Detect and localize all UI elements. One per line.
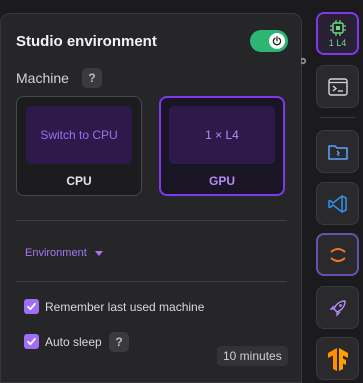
folder-icon bbox=[327, 144, 348, 160]
gpu-card-label: GPU bbox=[208, 174, 235, 188]
vscode-icon bbox=[327, 194, 347, 213]
environment-toggle[interactable] bbox=[250, 30, 288, 52]
auto-sleep-label: Auto sleep bbox=[45, 334, 102, 349]
sidebar-divider bbox=[320, 117, 355, 118]
divider-top bbox=[16, 220, 287, 221]
remember-machine-checkbox[interactable] bbox=[24, 299, 39, 314]
environment-label: Environment bbox=[25, 247, 87, 259]
divider-bottom bbox=[16, 281, 287, 282]
machine-label: Machine bbox=[16, 70, 69, 86]
cpu-card-label: CPU bbox=[66, 174, 92, 188]
gpu-count-preview: 1 × L4 bbox=[169, 106, 275, 164]
caret-down-icon bbox=[94, 250, 103, 256]
remember-machine-label: Remember last used machine bbox=[45, 299, 205, 314]
auto-sleep-row: Auto sleep bbox=[24, 334, 102, 349]
gpu-machine-card[interactable]: 1 × L4 GPU bbox=[159, 96, 285, 196]
files-button[interactable] bbox=[316, 130, 359, 173]
gpu-chip-icon bbox=[330, 20, 346, 36]
tensorflow-icon bbox=[327, 347, 348, 371]
environment-dropdown[interactable]: Environment bbox=[25, 247, 103, 259]
switch-to-cpu-preview: Switch to CPU bbox=[26, 106, 132, 164]
studio-root: Studio environment Machine ? Switch to C… bbox=[0, 0, 363, 383]
terminal-icon bbox=[327, 77, 348, 96]
auto-sleep-checkbox[interactable] bbox=[24, 334, 39, 349]
cpu-machine-card[interactable]: Switch to CPU CPU bbox=[16, 96, 142, 196]
environment-settings-panel: Studio environment Machine ? Switch to C… bbox=[0, 13, 302, 383]
tensorflow-button[interactable] bbox=[316, 337, 359, 380]
machine-help-icon[interactable]: ? bbox=[82, 68, 102, 88]
remember-machine-row: Remember last used machine bbox=[24, 299, 204, 314]
jupyter-icon bbox=[329, 247, 346, 262]
right-sidebar: 1 L4 bbox=[310, 0, 363, 383]
gpu-chip-label: 1 L4 bbox=[328, 38, 347, 48]
settings-gear-icon[interactable] bbox=[301, 55, 309, 67]
auto-sleep-help-icon[interactable]: ? bbox=[109, 332, 129, 352]
terminal-button[interactable] bbox=[316, 65, 359, 108]
rocket-icon bbox=[328, 299, 346, 317]
panel-title: Studio environment bbox=[16, 33, 157, 50]
auto-sleep-duration-select[interactable]: 10 minutes bbox=[217, 346, 288, 366]
power-icon bbox=[269, 33, 285, 49]
jupyter-button[interactable] bbox=[316, 233, 359, 276]
gpu-chip-button[interactable]: 1 L4 bbox=[316, 12, 359, 55]
deploy-button[interactable] bbox=[316, 286, 359, 329]
vscode-button[interactable] bbox=[316, 182, 359, 225]
